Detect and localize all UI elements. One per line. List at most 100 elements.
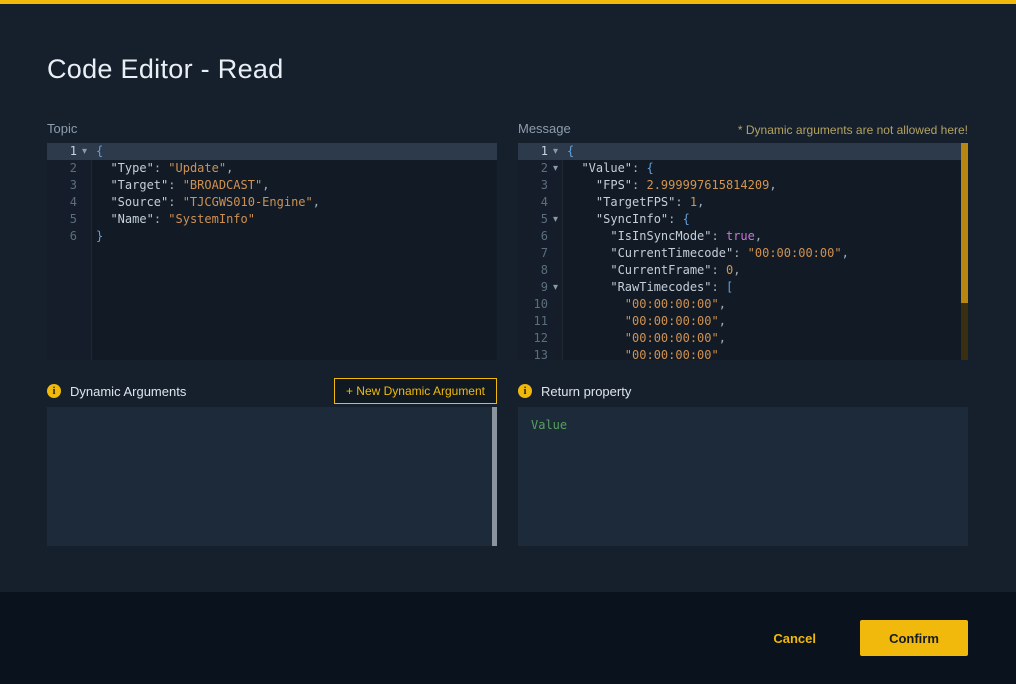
code-line: 6 "IsInSyncMode": true, <box>518 228 968 245</box>
info-icon[interactable]: i <box>47 384 61 398</box>
line-gutter: 9▾ <box>518 279 562 296</box>
modal-accent-bar <box>0 0 1016 4</box>
code-line: 2 "Type": "Update", <box>47 160 497 177</box>
line-gutter: 3 <box>47 177 91 194</box>
line-number: 11 <box>534 313 549 330</box>
code-text: { <box>562 143 574 160</box>
modal-title: Code Editor - Read <box>47 52 284 86</box>
code-text: "Source": "TJCGWS010-Engine", <box>91 194 320 211</box>
code-text: "00:00:00:00", <box>562 296 726 313</box>
fold-spacer <box>78 211 91 228</box>
fold-spacer <box>549 330 562 347</box>
code-line: 4 "TargetFPS": 1, <box>518 194 968 211</box>
fold-spacer <box>549 296 562 313</box>
code-line: 4 "Source": "TJCGWS010-Engine", <box>47 194 497 211</box>
code-line: 3 "Target": "BROADCAST", <box>47 177 497 194</box>
line-gutter: 6 <box>47 228 91 245</box>
message-scrollbar[interactable] <box>961 143 968 360</box>
fold-arrow-icon[interactable]: ▾ <box>549 143 562 160</box>
code-line: 13 "00:00:00:00" <box>518 347 968 360</box>
dynamic-arguments-scrollbar[interactable] <box>492 407 497 546</box>
code-line: 3 "FPS": 2.999997615814209, <box>518 177 968 194</box>
line-gutter: 7 <box>518 245 562 262</box>
return-property-value: Value <box>531 418 567 432</box>
line-number: 1 <box>70 143 78 160</box>
return-property-editor[interactable]: Value <box>518 407 968 546</box>
line-number: 6 <box>541 228 549 245</box>
line-gutter: 4 <box>47 194 91 211</box>
fold-arrow-icon[interactable]: ▾ <box>549 279 562 296</box>
fold-arrow-icon[interactable]: ▾ <box>78 143 91 160</box>
line-number: 2 <box>70 160 78 177</box>
code-text: } <box>91 228 103 245</box>
code-text: "00:00:00:00", <box>562 330 726 347</box>
info-icon[interactable]: i <box>518 384 532 398</box>
line-gutter: 5 <box>47 211 91 228</box>
code-text: "CurrentTimecode": "00:00:00:00", <box>562 245 849 262</box>
dynamic-arguments-header: i Dynamic Arguments + New Dynamic Argume… <box>47 377 497 405</box>
code-text: "SyncInfo": { <box>562 211 690 228</box>
code-text: "00:00:00:00" <box>562 347 719 360</box>
code-line: 6} <box>47 228 497 245</box>
message-code-editor[interactable]: 1▾{2▾ "Value": {3 "FPS": 2.9999976158142… <box>518 143 968 360</box>
line-gutter: 3 <box>518 177 562 194</box>
code-text: "Type": "Update", <box>91 160 233 177</box>
code-line: 5▾ "SyncInfo": { <box>518 211 968 228</box>
fold-spacer <box>549 262 562 279</box>
line-gutter: 13 <box>518 347 562 360</box>
fold-spacer <box>78 160 91 177</box>
fold-arrow-icon[interactable]: ▾ <box>549 160 562 177</box>
new-dynamic-argument-button[interactable]: + New Dynamic Argument <box>334 378 497 404</box>
topic-code-editor[interactable]: 1▾{2 "Type": "Update",3 "Target": "BROAD… <box>47 143 497 360</box>
code-line: 8 "CurrentFrame": 0, <box>518 262 968 279</box>
line-gutter: 2 <box>47 160 91 177</box>
message-label: Message <box>518 121 571 136</box>
line-number: 4 <box>70 194 78 211</box>
cancel-button[interactable]: Cancel <box>773 631 816 646</box>
line-number: 3 <box>541 177 549 194</box>
confirm-button[interactable]: Confirm <box>860 620 968 656</box>
code-text: "FPS": 2.999997615814209, <box>562 177 777 194</box>
line-gutter: 11 <box>518 313 562 330</box>
fold-spacer <box>549 228 562 245</box>
code-text: "RawTimecodes": [ <box>562 279 733 296</box>
code-text: "IsInSyncMode": true, <box>562 228 762 245</box>
fold-spacer <box>549 245 562 262</box>
fold-spacer <box>549 194 562 211</box>
line-number: 5 <box>541 211 549 228</box>
dynamic-arguments-label: Dynamic Arguments <box>70 384 186 399</box>
code-text: { <box>91 143 103 160</box>
line-number: 10 <box>534 296 549 313</box>
code-text: "00:00:00:00", <box>562 313 726 330</box>
line-gutter: 4 <box>518 194 562 211</box>
fold-spacer <box>549 347 562 360</box>
line-gutter: 10 <box>518 296 562 313</box>
code-text: "Name": "SystemInfo" <box>91 211 255 228</box>
line-number: 2 <box>541 160 549 177</box>
line-gutter: 8 <box>518 262 562 279</box>
line-number: 3 <box>70 177 78 194</box>
line-gutter: 5▾ <box>518 211 562 228</box>
line-gutter: 6 <box>518 228 562 245</box>
fold-arrow-icon[interactable]: ▾ <box>549 211 562 228</box>
line-gutter: 1▾ <box>518 143 562 160</box>
line-number: 4 <box>541 194 549 211</box>
code-line: 2▾ "Value": { <box>518 160 968 177</box>
code-text: "Target": "BROADCAST", <box>91 177 269 194</box>
dynamic-args-warning-text: * Dynamic arguments are not allowed here… <box>738 123 968 137</box>
message-scrollbar-thumb[interactable] <box>961 143 968 303</box>
line-gutter: 1▾ <box>47 143 91 160</box>
line-number: 12 <box>534 330 549 347</box>
code-line: 11 "00:00:00:00", <box>518 313 968 330</box>
code-line: 7 "CurrentTimecode": "00:00:00:00", <box>518 245 968 262</box>
dynamic-arguments-panel <box>47 407 497 546</box>
topic-label: Topic <box>47 121 77 136</box>
code-line: 12 "00:00:00:00", <box>518 330 968 347</box>
fold-spacer <box>78 177 91 194</box>
return-property-header: i Return property <box>518 377 968 405</box>
modal-footer: Cancel Confirm <box>0 592 1016 684</box>
code-line: 10 "00:00:00:00", <box>518 296 968 313</box>
code-line: 5 "Name": "SystemInfo" <box>47 211 497 228</box>
fold-spacer <box>549 177 562 194</box>
line-number: 8 <box>541 262 549 279</box>
